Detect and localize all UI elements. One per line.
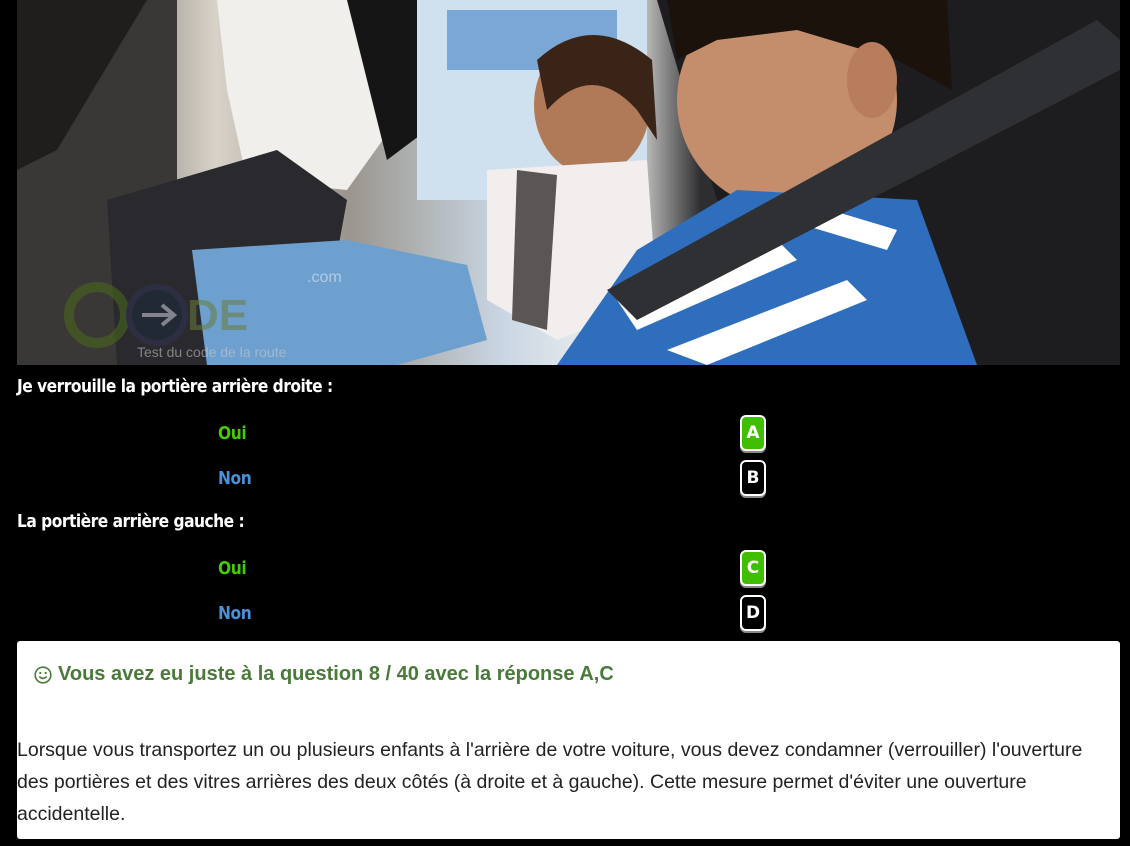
answer-c-button[interactable]: C (740, 550, 766, 586)
result-title-text: Vous avez eu juste à la question 8 / 40 … (58, 663, 614, 685)
svg-text:DE: DE (187, 291, 248, 340)
answer-b-label: Non (218, 468, 252, 489)
answer-c-label: Oui (218, 558, 247, 579)
answer-d-label: Non (218, 603, 252, 624)
question-2-text: La portière arrière gauche : (17, 511, 245, 532)
result-panel: Vous avez eu juste à la question 8 / 40 … (17, 641, 1120, 839)
question-photo: DE .com Test du code de la route (17, 0, 1120, 365)
answer-b-button[interactable]: B (740, 460, 766, 496)
children-in-car-image: DE .com Test du code de la route (17, 0, 1120, 365)
svg-text:Test du code de la route: Test du code de la route (137, 344, 287, 360)
quiz-page: DE .com Test du code de la route Je verr… (0, 0, 1130, 846)
result-title: Vous avez eu juste à la question 8 / 40 … (34, 663, 614, 686)
smiley-icon (34, 665, 52, 684)
explanation-text: Lorsque vous transportez un ou plusieurs… (17, 739, 1083, 825)
answer-a-button[interactable]: A (740, 415, 766, 451)
answer-d-button[interactable]: D (740, 595, 766, 631)
svg-text:.com: .com (307, 269, 342, 286)
answer-a-label: Oui (218, 423, 247, 444)
question-1-text: Je verrouille la portière arrière droite… (17, 376, 333, 397)
